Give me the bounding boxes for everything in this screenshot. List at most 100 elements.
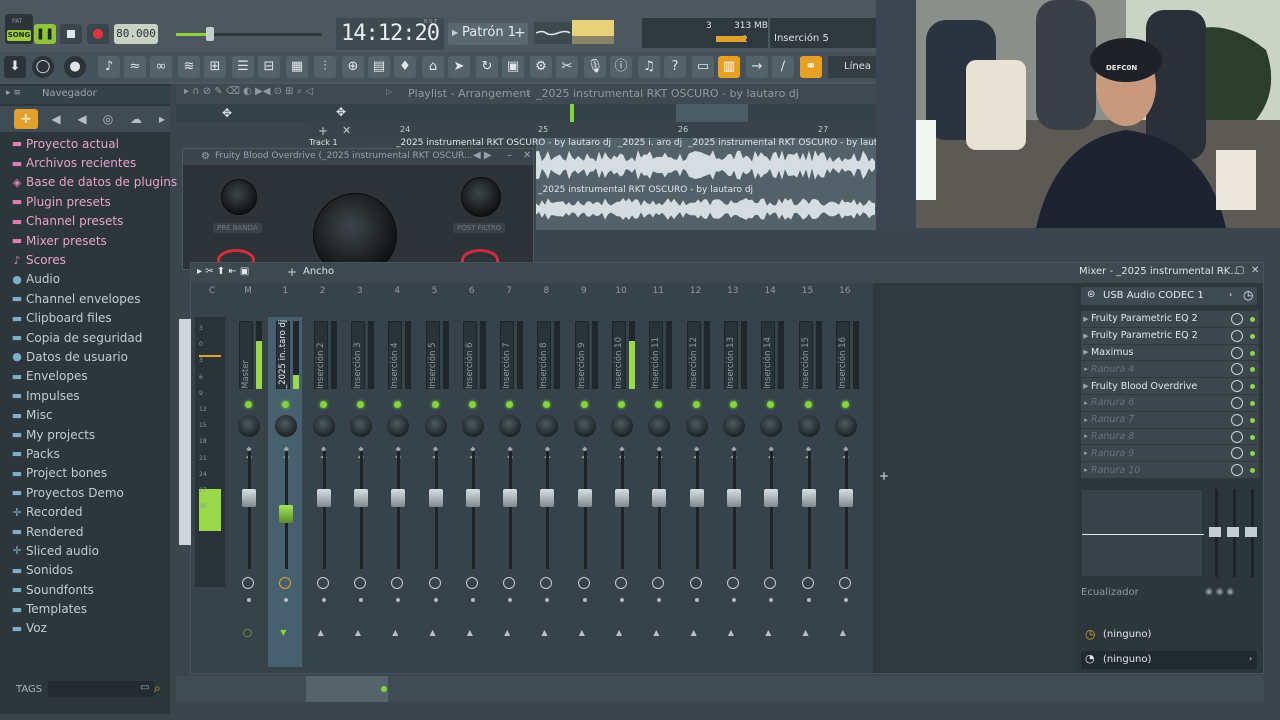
audio-clip-lane-2[interactable]: _2025 instrumental RKT OSCURO - by lauta… [536, 184, 876, 230]
save-icon[interactable]: ⬇ [4, 56, 26, 78]
slot-expand-icon[interactable]: ▶ [1081, 382, 1091, 390]
pencil-icon[interactable]: ∕ [772, 56, 794, 78]
touch-controller-icon[interactable]: ⌂ [422, 56, 444, 78]
slot-enable-led[interactable] [1250, 333, 1255, 339]
strip-volume-fader[interactable] [391, 489, 406, 507]
strip-route-icon[interactable] [242, 577, 254, 589]
mixer-strip[interactable]: Inserción 2◆◂▸▲ [306, 317, 340, 667]
step-edit-icon[interactable]: ≈ [124, 56, 146, 78]
master-volume-slider[interactable] [212, 33, 322, 36]
slot-expand-icon[interactable]: ▸ [1081, 449, 1091, 457]
playlist-scroll-thumb[interactable] [676, 104, 748, 122]
strip-enable-led[interactable] [618, 401, 625, 408]
effect-slot[interactable]: ▸ Ranura 4 [1081, 361, 1259, 379]
strip-volume-fader[interactable] [503, 489, 518, 507]
strip-pan-knob[interactable] [611, 415, 633, 437]
strip-route-icon[interactable] [801, 577, 814, 589]
effect-slot[interactable]: ▸ Ranura 8 [1081, 428, 1259, 446]
tutorial-icon[interactable]: ♫ [638, 56, 660, 78]
mixer-strip[interactable]: Inserción 3◆◂▸▲ [343, 317, 377, 667]
mixer-strip[interactable]: Inserción 14◆◂▸▲ [753, 317, 787, 667]
strip-enable-led[interactable] [655, 401, 663, 408]
search-icon[interactable]: ⌕ [154, 681, 161, 696]
pat-song-toggle[interactable]: PAT SONG [5, 14, 33, 44]
effect-slot[interactable]: ▶ Fruity Parametric EQ 2 [1081, 327, 1259, 345]
add-track-button[interactable]: + [879, 469, 889, 483]
slot-mix-knob-icon[interactable] [1231, 380, 1243, 393]
strip-route-icon[interactable] [353, 577, 366, 589]
browser-menu-icon[interactable]: ▸ ≡ [6, 88, 21, 98]
strip-enable-led[interactable] [580, 401, 588, 408]
strip-volume-fader[interactable] [726, 489, 741, 507]
strip-send-icon[interactable]: ▲ [616, 628, 622, 637]
slot-enable-led[interactable] [1250, 367, 1255, 373]
strip-pan-knob[interactable] [349, 415, 372, 437]
strip-route-icon[interactable] [503, 577, 516, 589]
browser-item[interactable]: ▬ Soundfonts [10, 580, 177, 599]
strip-route-icon[interactable] [540, 577, 553, 589]
all-tab-icon[interactable]: ✛ [14, 109, 38, 129]
snap-tool-icon[interactable]: ✥ [336, 105, 346, 119]
pre-band-knob[interactable] [221, 179, 257, 215]
strip-route-icon[interactable] [391, 577, 404, 589]
effect-slot[interactable]: ▶ Fruity Blood Overdrive [1081, 378, 1259, 395]
browser-item[interactable]: ▬ Envelopes [10, 367, 177, 386]
strip-send-icon[interactable]: ▲ [728, 628, 734, 637]
device-settings-icon[interactable]: ◷ [1243, 288, 1253, 302]
typing-keyboard-icon[interactable]: ▥ [718, 56, 740, 78]
plugin-nav-icon[interactable]: ◀ ▶ [473, 150, 492, 161]
tag-icon[interactable]: ➤ [448, 56, 470, 78]
strip-volume-fader[interactable] [465, 489, 480, 507]
strip-send-icon[interactable]: ▲ [355, 628, 361, 637]
browser-item[interactable]: ◈ Base de datos de plugins [10, 173, 177, 192]
strip-volume-fader[interactable] [577, 489, 592, 507]
strip-volume-fader[interactable] [428, 489, 443, 507]
countdown-icon[interactable]: ● [64, 56, 86, 78]
strip-send-icon[interactable]: ▲ [430, 628, 436, 637]
browser-item[interactable]: ▬ My projects [10, 425, 177, 444]
strip-pan-knob[interactable] [648, 415, 671, 437]
strip-route-icon[interactable] [726, 577, 739, 589]
strip-send-icon[interactable]: ◯ [243, 628, 252, 637]
strip-pan-knob[interactable] [312, 415, 335, 437]
browser-item[interactable]: ▬ Misc [10, 405, 177, 424]
strip-volume-fader[interactable] [838, 489, 853, 507]
eq-knobs-icon[interactable]: ◉ ◉ ◉ [1205, 587, 1234, 597]
slot-mix-knob-icon[interactable] [1231, 464, 1243, 477]
strip-pan-knob[interactable] [275, 415, 298, 437]
plugin-close-icon[interactable]: ✕ [523, 150, 531, 161]
tempo-display[interactable]: 80.000 [114, 24, 158, 44]
browser-item[interactable]: ▬ Channel presets [10, 212, 177, 231]
strip-send-icon[interactable]: ▲ [691, 628, 697, 637]
browser-item[interactable]: ▬ Clipboard files [10, 309, 177, 328]
channel-rack-icon[interactable]: ▦ [286, 56, 308, 78]
strip-route-icon[interactable] [838, 577, 851, 589]
strip-volume-fader[interactable] [316, 489, 331, 507]
browser-item[interactable]: ▬ Proyectos Demo [10, 483, 177, 502]
mixer-close-icon[interactable]: ✕ [1251, 265, 1259, 276]
strip-enable-led[interactable] [356, 401, 364, 408]
undo-icon[interactable]: ↻ [476, 56, 498, 78]
strip-enable-led[interactable] [767, 401, 775, 408]
piano-roll-icon[interactable]: ⊟ [258, 56, 280, 78]
slot-expand-icon[interactable]: ▶ [1081, 332, 1091, 340]
mixer-strip[interactable]: Inserción 15◆◂▸▲ [791, 317, 825, 667]
mixer-strip[interactable]: Inserción 9◆◂▸▲ [567, 317, 601, 667]
strip-enable-led[interactable] [543, 401, 551, 408]
slot-mix-knob-icon[interactable] [1231, 346, 1243, 359]
database-tab-icon[interactable]: ◎ [96, 109, 120, 129]
cloud-tab-icon[interactable]: ☁ [124, 109, 148, 129]
strip-enable-led[interactable] [319, 401, 327, 408]
slot-expand-icon[interactable]: ▸ [1081, 365, 1091, 373]
strip-send-icon[interactable]: ▲ [653, 628, 659, 637]
strip-send-icon[interactable]: ▲ [392, 628, 398, 637]
strip-route-icon[interactable] [316, 577, 329, 589]
strip-pan-knob[interactable] [760, 415, 783, 437]
project-info-icon[interactable]: ▤ [368, 56, 390, 78]
strip-volume-fader[interactable] [353, 489, 368, 507]
plugin-tab-icon[interactable]: ◀ [70, 109, 94, 129]
strip-volume-fader[interactable] [801, 489, 816, 507]
slot-expand-icon[interactable]: ▸ [1081, 432, 1091, 440]
browser-item[interactable]: ▬ Impulses [10, 386, 177, 405]
strip-volume-fader[interactable] [279, 505, 294, 523]
